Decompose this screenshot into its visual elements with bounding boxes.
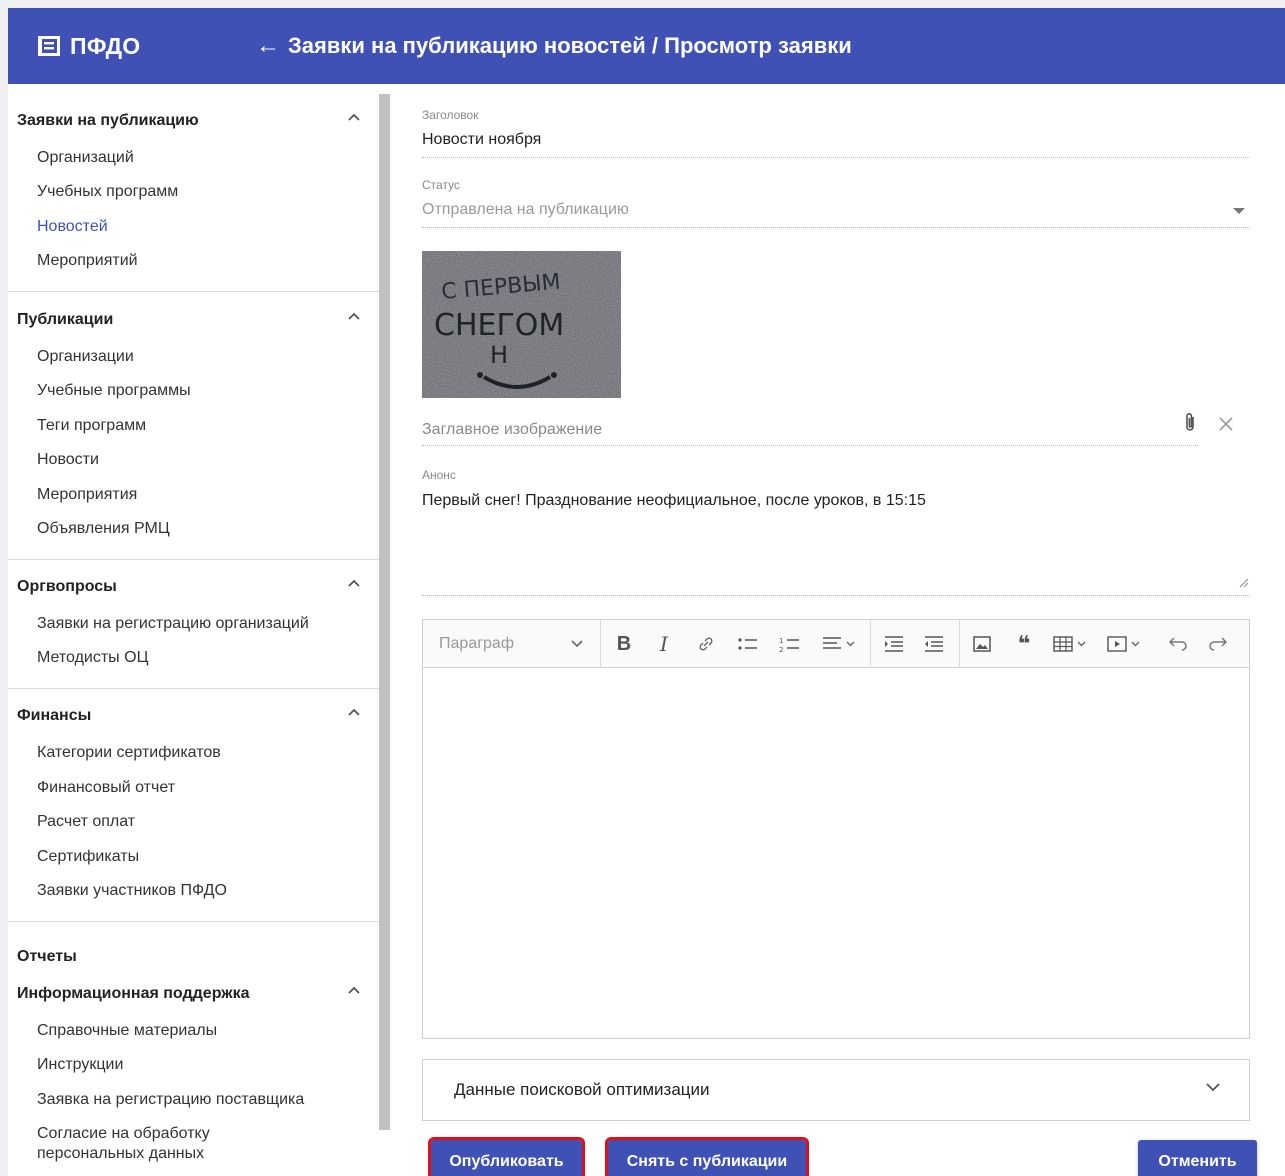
sidebar-section-org[interactable]: Оргвопросы: [17, 577, 117, 597]
divider: [8, 559, 379, 560]
announce-text: Первый снег! Празднование неофициальное,…: [422, 492, 926, 509]
sidebar-item-program-tags[interactable]: Теги программ: [37, 416, 146, 436]
sidebar-item-org-registration[interactable]: Заявки на регистрацию организаций: [37, 614, 309, 634]
redo-icon[interactable]: [1203, 620, 1233, 668]
sidebar-item-events-requests[interactable]: Мероприятий: [37, 251, 138, 271]
attach-icon[interactable]: [1182, 411, 1198, 433]
status-underline: [422, 227, 1250, 228]
sidebar-item-instructions[interactable]: Инструкции: [37, 1055, 123, 1075]
sidebar-item-programs[interactable]: Учебные программы: [37, 381, 191, 401]
publish-button[interactable]: Опубликовать: [428, 1137, 585, 1176]
editor-toolbar: Параграф B I 12 ❝: [423, 620, 1249, 668]
paragraph-select-value: Параграф: [439, 635, 514, 652]
sidebar-item-finance-report[interactable]: Финансовый отчет: [37, 778, 175, 798]
cancel-button[interactable]: Отменить: [1138, 1140, 1257, 1176]
sidebar: Заявки на публикацию Организаций Учебных…: [8, 84, 392, 1176]
chevron-up-icon[interactable]: [345, 703, 363, 721]
sidebar-section-publications[interactable]: Публикации: [17, 310, 113, 330]
sidebar-scrollbar[interactable]: [379, 94, 390, 1130]
chevron-up-icon[interactable]: [345, 307, 363, 325]
image-icon[interactable]: [967, 620, 997, 668]
sidebar-item-certificates[interactable]: Сертификаты: [37, 847, 139, 867]
bulleted-list-icon[interactable]: [733, 620, 763, 668]
editor-content-area[interactable]: [423, 669, 1249, 1038]
brand-name: ПФДО: [70, 32, 141, 59]
close-icon[interactable]: [1218, 416, 1234, 432]
dropdown-caret-icon[interactable]: [1233, 208, 1245, 214]
divider: [8, 688, 379, 689]
seo-expansion-panel[interactable]: Данные поисковой оптимизации: [422, 1059, 1250, 1121]
sidebar-item-events[interactable]: Мероприятия: [37, 485, 137, 505]
title-input[interactable]: Новости ноября: [422, 131, 541, 149]
resize-grip-icon[interactable]: [1239, 578, 1249, 588]
indent-icon[interactable]: [879, 620, 909, 668]
align-icon[interactable]: [817, 620, 861, 668]
table-icon[interactable]: [1049, 620, 1093, 668]
svg-text:2: 2: [779, 646, 783, 653]
bold-icon[interactable]: B: [609, 620, 639, 668]
chevron-up-icon[interactable]: [345, 574, 363, 592]
status-select[interactable]: Отправлена на публикацию: [422, 201, 629, 219]
media-icon[interactable]: [1103, 620, 1147, 668]
chevron-up-icon[interactable]: [345, 981, 363, 999]
outdent-icon[interactable]: [919, 620, 949, 668]
brand[interactable]: ПФДО: [38, 8, 140, 84]
chevron-up-icon[interactable]: [345, 108, 363, 126]
sidebar-item-programs-requests[interactable]: Учебных программ: [37, 182, 178, 202]
image-underline: [422, 445, 1198, 446]
status-label: Статус: [422, 178, 460, 192]
sidebar-item-organizations-requests[interactable]: Организаций: [37, 148, 134, 168]
sidebar-item-methodists[interactable]: Методисты ОЦ: [37, 648, 148, 668]
svg-text:1: 1: [779, 637, 783, 645]
seo-panel-title: Данные поисковой оптимизации: [454, 1080, 710, 1099]
cover-image: С ПЕРВЫМ СНЕГОМ Н: [422, 251, 621, 398]
sidebar-item-news[interactable]: Новости: [37, 450, 99, 470]
paragraph-select[interactable]: Параграф: [439, 620, 589, 668]
sidebar-section-reports[interactable]: Отчеты: [17, 947, 77, 967]
sidebar-section-support[interactable]: Информационная поддержка: [17, 984, 250, 1004]
app-frame: ПФДО ← Заявки на публикацию новостей / П…: [8, 8, 1285, 1176]
sidebar-item-news-requests[interactable]: Новостей: [37, 217, 108, 237]
main-content: Заголовок Новости ноября Статус Отправле…: [392, 84, 1285, 1176]
sidebar-item-supplier-registration[interactable]: Заявка на регистрацию поставщика: [37, 1090, 304, 1110]
title-underline: [422, 157, 1250, 158]
italic-icon[interactable]: I: [649, 620, 679, 668]
link-icon[interactable]: [691, 620, 721, 668]
cover-image-caption: Заглавное изображение: [422, 421, 603, 438]
sidebar-item-reference[interactable]: Справочные материалы: [37, 1021, 217, 1041]
divider: [8, 921, 379, 922]
quote-icon[interactable]: ❝: [1009, 620, 1039, 668]
sidebar-item-payments[interactable]: Расчет оплат: [37, 812, 135, 832]
page-title: Заявки на публикацию новостей / Просмотр…: [288, 33, 852, 58]
announce-textarea[interactable]: Первый снег! Празднование неофициальное,…: [422, 492, 1250, 590]
sidebar-item-organizations[interactable]: Организации: [37, 347, 134, 367]
document-icon: [38, 36, 60, 56]
unpublish-button[interactable]: Снять с публикации: [605, 1137, 809, 1176]
sidebar-section-finance[interactable]: Финансы: [17, 706, 91, 726]
chevron-down-icon: [1206, 1083, 1220, 1092]
app-header: ПФДО ← Заявки на публикацию новостей / П…: [8, 8, 1285, 84]
image-text-line2: СНЕГОМ: [434, 308, 564, 343]
image-text-line3: Н: [490, 341, 508, 369]
toolbar-separator: [600, 620, 601, 668]
sidebar-item-rmc-announcements[interactable]: Объявления РМЦ: [37, 519, 170, 539]
sidebar-item-certificate-categories[interactable]: Категории сертификатов: [37, 743, 221, 763]
sidebar-item-participant-requests[interactable]: Заявки участников ПФДО: [37, 881, 227, 901]
rich-text-editor: Параграф B I 12 ❝: [422, 619, 1250, 1039]
numbered-list-icon[interactable]: 12: [775, 620, 805, 668]
chevron-down-icon: [571, 640, 583, 648]
sidebar-item-consent[interactable]: Согласие на обработку персональных данны…: [37, 1124, 267, 1164]
undo-icon[interactable]: [1163, 620, 1193, 668]
toolbar-separator: [959, 620, 960, 668]
divider: [8, 291, 379, 292]
sidebar-section-requests[interactable]: Заявки на публикацию: [17, 111, 199, 131]
breadcrumb: ← Заявки на публикацию новостей / Просмо…: [256, 8, 852, 84]
title-label: Заголовок: [422, 108, 479, 122]
announce-label: Анонс: [422, 468, 456, 482]
toolbar-separator: [870, 620, 871, 668]
back-arrow-icon[interactable]: ←: [256, 32, 280, 60]
announce-underline: [422, 595, 1250, 596]
